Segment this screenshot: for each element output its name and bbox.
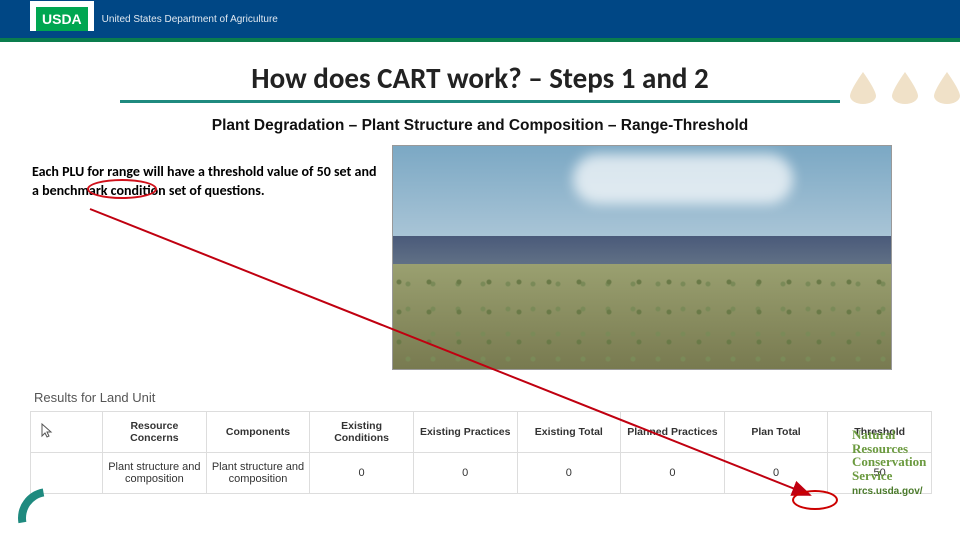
results-table: Resource Concerns Components Existing Co… [30, 411, 932, 494]
th-cursor [31, 412, 103, 453]
th-existing-conditions: Existing Conditions [310, 412, 414, 453]
nrcs-line4: Service [852, 469, 956, 483]
td-existing-conditions: 0 [310, 453, 414, 494]
left-column: Each PLU for range will have a threshold… [32, 145, 382, 370]
cursor-icon [41, 423, 53, 439]
right-column [382, 145, 944, 370]
th-planned-practices: Planned Practices [621, 412, 725, 453]
th-existing-total: Existing Total [517, 412, 621, 453]
photo-range [393, 264, 891, 369]
slide-title: How does CART work? – Steps 1 and 2 [251, 60, 708, 96]
nrcs-line1: Natural [852, 428, 956, 442]
ellipse-annotation-threshold [792, 490, 838, 510]
table-row: Plant structure and composition Plant st… [31, 453, 932, 494]
header-underline [0, 38, 960, 42]
td-plan-total: 0 [724, 453, 828, 494]
org-name: United States Department of Agriculture [102, 14, 278, 25]
title-underline [120, 100, 840, 103]
title-block: How does CART work? – Steps 1 and 2 [0, 60, 960, 103]
th-plan-total: Plan Total [724, 412, 828, 453]
slide-subtitle: Plant Degradation – Plant Structure and … [0, 117, 960, 135]
rangeland-photo [392, 145, 892, 370]
nrcs-line2: Resources [852, 442, 956, 456]
td-existing-total: 0 [517, 453, 621, 494]
photo-cloud [573, 154, 793, 204]
usda-logo: USDA [30, 1, 94, 31]
th-existing-practices: Existing Practices [413, 412, 517, 453]
results-table-wrap: Resource Concerns Components Existing Co… [0, 411, 960, 494]
nrcs-branding: Natural Resources Conservation Service n… [852, 428, 956, 497]
td-resource-concerns: Plant structure and composition [103, 453, 207, 494]
nrcs-line3: Conservation [852, 455, 956, 469]
td-planned-practices: 0 [621, 453, 725, 494]
header-bar: USDA United States Department of Agricul… [0, 0, 960, 38]
nrcs-url: nrcs.usda.gov/ [852, 487, 956, 498]
th-resource-concerns: Resource Concerns [103, 412, 207, 453]
td-existing-practices: 0 [413, 453, 517, 494]
table-header-row: Resource Concerns Components Existing Co… [31, 412, 932, 453]
results-label: Results for Land Unit [0, 388, 960, 411]
body-row: Each PLU for range will have a threshold… [0, 145, 960, 370]
th-components: Components [206, 412, 310, 453]
td-components: Plant structure and composition [206, 453, 310, 494]
left-paragraph: Each PLU for range will have a threshold… [32, 163, 382, 201]
ellipse-annotation-50 [87, 179, 157, 199]
